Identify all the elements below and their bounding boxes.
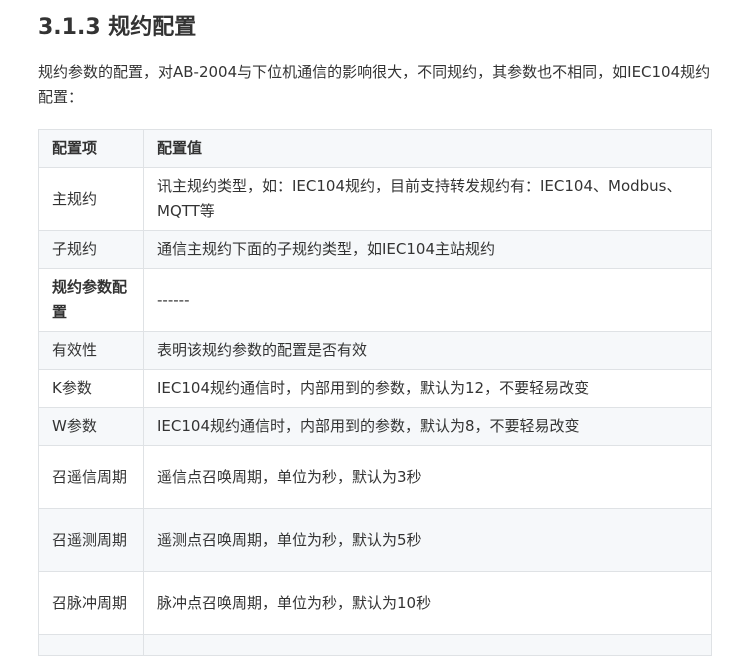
config-value-cell: 讯主规约类型，如：IEC104规约，目前支持转发规约有：IEC104、Modbu…	[143, 167, 712, 231]
protocol-config-table: 配置项 配置值 主规约 讯主规约类型，如：IEC104规约，目前支持转发规约有：…	[38, 129, 712, 656]
config-value-cell: 遥测点召唤周期，单位为秒，默认为5秒	[143, 508, 712, 572]
table-row: 召脉冲周期 脉冲点召唤周期，单位为秒，默认为10秒	[38, 571, 712, 635]
table-row: 召遥测周期 遥测点召唤周期，单位为秒，默认为5秒	[38, 508, 712, 572]
config-value-cell: 脉冲点召唤周期，单位为秒，默认为10秒	[143, 571, 712, 635]
config-item-cell: 子规约	[38, 230, 144, 269]
config-item-cell: 召脉冲周期	[38, 571, 144, 635]
config-value-cell: 表明该规约参数的配置是否有效	[143, 331, 712, 370]
table-row: 主规约 讯主规约类型，如：IEC104规约，目前支持转发规约有：IEC104、M…	[38, 167, 712, 231]
table-header-row: 配置项 配置值	[38, 129, 712, 168]
config-item-cell: 召遥信周期	[38, 445, 144, 509]
table-row: 子规约 通信主规约下面的子规约类型，如IEC104主站规约	[38, 230, 712, 269]
table-row: 规约参数配置 ------	[38, 268, 712, 332]
section-heading: 3.1.3 规约配置	[38, 15, 197, 40]
table-row: K参数 IEC104规约通信时，内部用到的参数，默认为12，不要轻易改变	[38, 369, 712, 408]
table-row-partial	[38, 634, 712, 656]
table-row: 召遥信周期 遥信点召唤周期，单位为秒，默认为3秒	[38, 445, 712, 509]
column-header-item: 配置项	[38, 129, 144, 168]
table-row: 有效性 表明该规约参数的配置是否有效	[38, 331, 712, 370]
table-row: W参数 IEC104规约通信时，内部用到的参数，默认为8，不要轻易改变	[38, 407, 712, 446]
config-value-cell-empty	[143, 634, 712, 656]
config-item-cell: 有效性	[38, 331, 144, 370]
document-content: 3.1.3 规约配置 规约参数的配置，对AB-2004与下位机通信的影响很大，不…	[38, 0, 712, 656]
config-item-cell: K参数	[38, 369, 144, 408]
config-value-cell: 遥信点召唤周期，单位为秒，默认为3秒	[143, 445, 712, 509]
config-item-cell: 召遥测周期	[38, 508, 144, 572]
config-value-cell: 通信主规约下面的子规约类型，如IEC104主站规约	[143, 230, 712, 269]
config-item-cell-empty	[38, 634, 144, 656]
config-value-cell: IEC104规约通信时，内部用到的参数，默认为8，不要轻易改变	[143, 407, 712, 446]
column-header-value: 配置值	[143, 129, 712, 168]
config-value-cell: ------	[143, 268, 712, 332]
config-item-cell: W参数	[38, 407, 144, 446]
config-item-cell: 规约参数配置	[38, 268, 144, 332]
config-item-cell: 主规约	[38, 167, 144, 231]
intro-paragraph: 规约参数的配置，对AB-2004与下位机通信的影响很大，不同规约，其参数也不相同…	[38, 63, 711, 106]
config-value-cell: IEC104规约通信时，内部用到的参数，默认为12，不要轻易改变	[143, 369, 712, 408]
